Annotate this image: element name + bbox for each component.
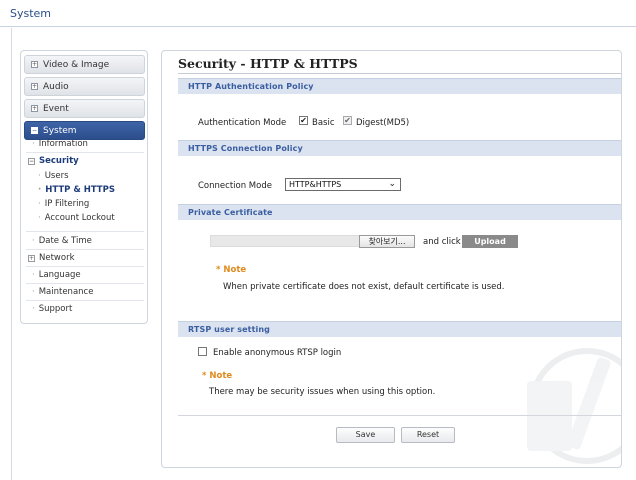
sidebar-item-http-https[interactable]: · HTTP & HTTPS (38, 185, 115, 195)
sidebar-tab-video-image[interactable]: + Video & Image (24, 55, 145, 74)
certificate-file-field[interactable] (210, 235, 360, 247)
digest-label: Digest(MD5) (356, 118, 410, 128)
section-header-rtsp: RTSP user setting (178, 321, 621, 337)
sidebar-item-network[interactable]: + Network (28, 253, 75, 263)
sidebar-item-account-lockout[interactable]: · Account Lockout (38, 213, 115, 223)
sidebar-tab-label: Event (43, 104, 69, 114)
main-panel: Security - HTTP & HTTPS HTTP Authenticat… (161, 50, 622, 468)
top-bar: System (0, 0, 636, 27)
connection-mode-select[interactable]: HTTP&HTTPS ⌄ (285, 178, 401, 191)
sidebar-item-label: Security (39, 156, 79, 166)
bullet-icon: · (38, 185, 42, 195)
auth-mode-label: Authentication Mode (198, 118, 287, 128)
section-header-label: HTTP Authentication Policy (188, 82, 314, 91)
sidebar-tab-label: System (43, 126, 77, 136)
bullet-icon: · (32, 287, 35, 297)
sidebar-item-users[interactable]: · Users (38, 171, 69, 181)
sidebar-item-label: Users (44, 171, 69, 181)
divider (26, 283, 144, 284)
bullet-icon: · (38, 199, 41, 209)
sidebar-item-label: Account Lockout (44, 213, 115, 223)
sidebar-item-information[interactable]: · Information (32, 139, 88, 149)
section-header-label: HTTPS Connection Policy (188, 144, 303, 153)
sidebar-item-label: HTTP & HTTPS (45, 185, 115, 195)
rtsp-note-title: * Note (202, 371, 233, 381)
section-header-label: RTSP user setting (188, 325, 270, 334)
expand-icon: + (31, 105, 38, 112)
cert-note-text: When private certificate does not exist,… (223, 282, 505, 292)
sidebar-tab-system[interactable]: − System (24, 121, 145, 140)
anonymous-rtsp-checkbox[interactable] (198, 347, 207, 356)
sidebar-tab-label: Video & Image (43, 60, 110, 70)
expand-icon: + (31, 83, 38, 90)
divider (26, 266, 144, 267)
sidebar-item-support[interactable]: · Support (32, 304, 72, 314)
sidebar-item-label: Language (38, 270, 81, 280)
sidebar-item-label: Maintenance (38, 287, 94, 297)
expand-icon: + (31, 61, 38, 68)
divider (178, 415, 621, 416)
expand-icon: + (28, 255, 35, 262)
and-click-label: and click (423, 237, 461, 247)
browse-button[interactable]: 찾아보기... (359, 235, 415, 248)
app-title: System (10, 7, 52, 20)
section-header-label: Private Certificate (188, 208, 273, 217)
sidebar-item-label: Support (38, 304, 73, 314)
section-header-https: HTTPS Connection Policy (178, 140, 621, 156)
section-header-auth: HTTP Authentication Policy (178, 78, 621, 94)
connection-mode-label: Connection Mode (198, 181, 272, 191)
sidebar-item-label: Network (39, 253, 75, 263)
sidebar-item-maintenance[interactable]: · Maintenance (32, 287, 93, 297)
collapse-icon: − (28, 158, 35, 165)
section-header-cert: Private Certificate (178, 204, 621, 220)
sidebar-item-ip-filtering[interactable]: · IP Filtering (38, 199, 89, 209)
bullet-icon: · (38, 171, 41, 181)
collapse-icon: − (31, 127, 38, 134)
page-title: Security - HTTP & HTTPS (178, 56, 358, 71)
bullet-icon: · (38, 213, 41, 223)
divider (178, 73, 621, 74)
save-button[interactable]: Save (336, 427, 395, 443)
sidebar-item-label: Date & Time (38, 236, 92, 246)
divider (26, 249, 144, 250)
tools-watermark-icon (527, 348, 621, 464)
sidebar-tab-label: Audio (43, 82, 69, 92)
connection-mode-value: HTTP&HTTPS (289, 180, 342, 189)
rtsp-note-text: There may be security issues when using … (209, 387, 436, 397)
bullet-icon: · (32, 139, 35, 149)
anonymous-rtsp-label: Enable anonymous RTSP login (213, 348, 342, 358)
sidebar-item-label: Information (38, 139, 88, 149)
basic-label: Basic (312, 118, 335, 128)
divider (26, 300, 144, 301)
sidebar-item-date-time[interactable]: · Date & Time (32, 236, 92, 246)
bullet-icon: · (32, 304, 35, 314)
upload-button[interactable]: Upload (462, 235, 518, 248)
bullet-icon: · (32, 236, 35, 246)
bullet-icon: · (32, 270, 35, 280)
divider (26, 152, 144, 153)
sidebar-tab-event[interactable]: + Event (24, 99, 145, 118)
chevron-down-icon: ⌄ (388, 179, 396, 189)
cert-note-title: * Note (216, 265, 247, 275)
digest-checkbox: ✔ (343, 116, 352, 125)
sidebar-item-label: IP Filtering (44, 199, 90, 209)
sidebar-tab-audio[interactable]: + Audio (24, 77, 145, 96)
sidebar-item-language[interactable]: · Language (32, 270, 81, 280)
sidebar-item-security[interactable]: − Security (28, 156, 79, 166)
basic-checkbox[interactable]: ✔ (299, 116, 308, 125)
reset-button[interactable]: Reset (401, 427, 455, 443)
divider (26, 231, 144, 232)
